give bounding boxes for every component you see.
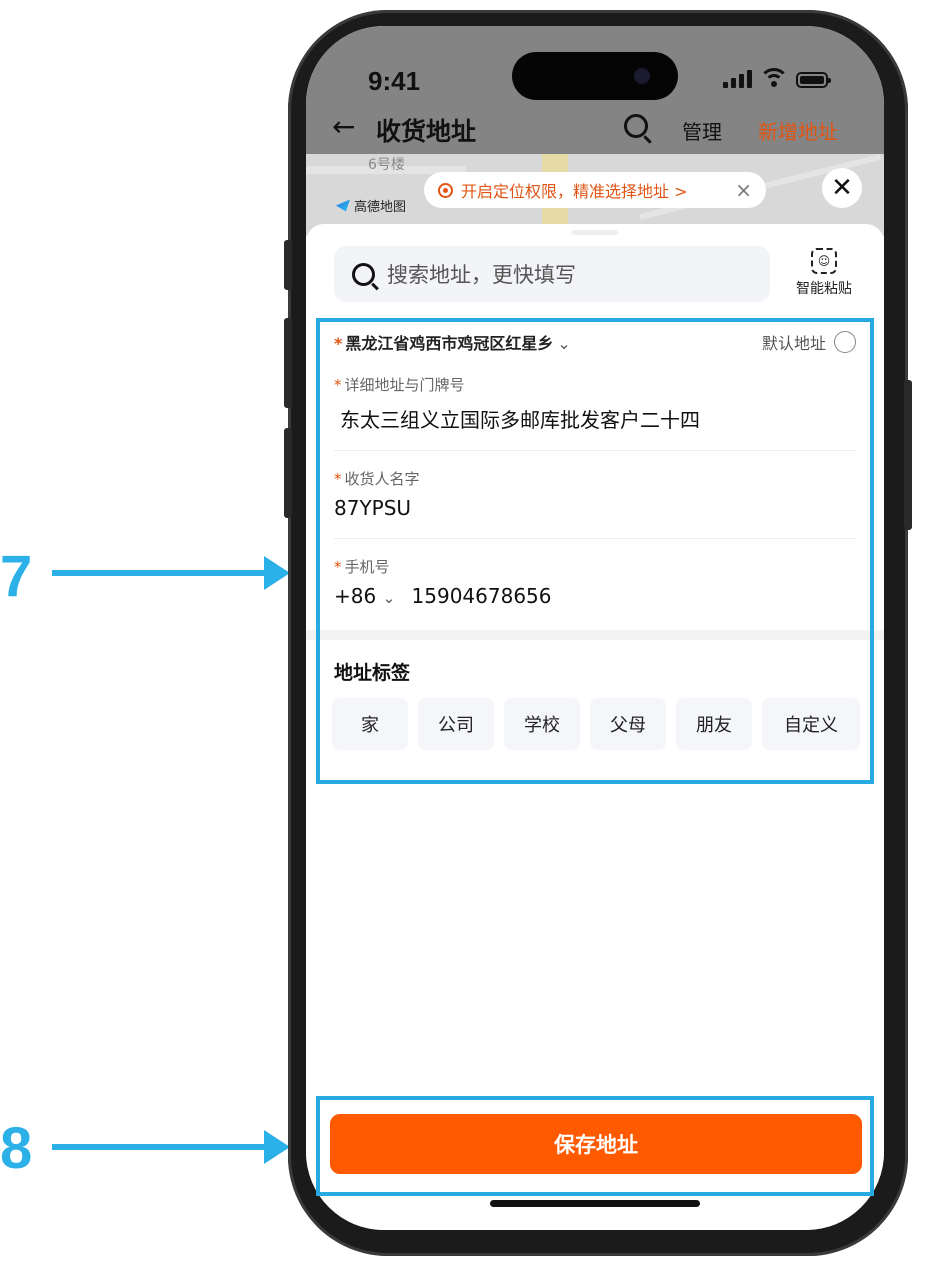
smart-paste-label: 智能粘贴 [796,281,852,297]
search-icon [352,262,375,286]
manage-button[interactable]: 管理 [682,116,722,145]
map-close-button[interactable]: ✕ [822,168,862,208]
search-placeholder: 搜索地址，更快填写 [387,263,576,287]
status-time: 9:41 [368,66,421,96]
scan-paste-icon: ☺ [811,248,837,274]
map-logo: 高德地图 [336,196,406,215]
dynamic-island [512,52,678,100]
phone-side-button [904,380,912,530]
phone-side-button [284,428,292,518]
back-arrow-icon[interactable]: ← [332,110,355,143]
camera-icon [634,68,650,84]
wifi-icon [761,68,787,88]
callout-number-7: 7 [0,544,33,609]
add-address-button[interactable]: 新增地址 [758,116,838,145]
top-bar: 9:41 ← 收货地址 管理 新增地址 [306,26,884,154]
location-permission-text: 开启定位权限，精准选择地址 > [461,182,688,201]
address-search-input[interactable]: 搜索地址，更快填写 [334,246,770,302]
signal-icon [723,70,752,88]
location-permission-prompt[interactable]: 开启定位权限，精准选择地址 > × [424,172,766,208]
smart-paste-button[interactable]: ☺ 智能粘贴 [792,248,856,298]
highlight-box-form [316,318,874,784]
map-logo-text: 高德地图 [354,200,407,215]
sheet-grabber[interactable] [572,230,618,235]
battery-icon [796,72,831,88]
page-title: 收货地址 [376,117,477,146]
callout-arrow-7 [52,556,290,590]
phone-side-button [284,318,292,408]
search-icon[interactable] [624,114,648,138]
callout-arrow-8 [52,1130,290,1164]
home-indicator[interactable] [490,1200,700,1207]
status-icons [723,66,831,88]
prompt-close-icon[interactable]: × [735,178,752,202]
callout-number-8: 8 [0,1116,33,1181]
map-building-label: 6号楼 [368,157,405,173]
location-target-icon [438,182,453,198]
phone-side-button [284,240,292,290]
highlight-box-save [316,1096,874,1196]
amap-logo-icon [336,199,350,212]
